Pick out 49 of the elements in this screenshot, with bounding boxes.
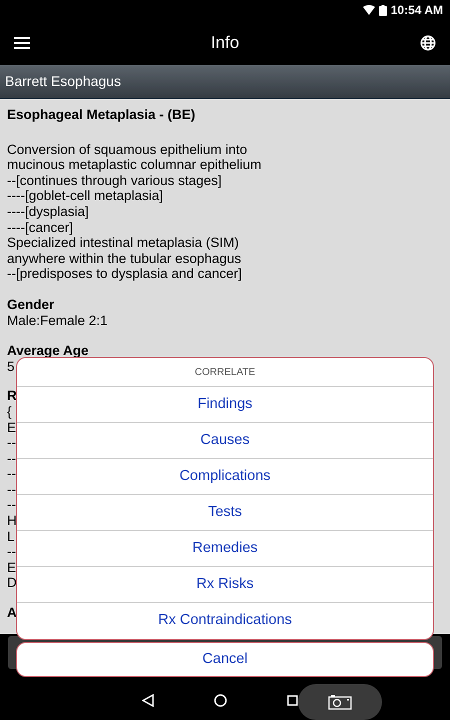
- article-heading: Esophageal Metaplasia - (BE): [7, 107, 196, 123]
- article-line: D: [7, 575, 17, 592]
- correlate-option[interactable]: Rx Risks: [17, 567, 433, 603]
- section-title: Average Age: [7, 343, 89, 359]
- article-line: --[predisposes to dysplasia and cancer]: [7, 266, 242, 282]
- screenshot-button[interactable]: [298, 684, 382, 720]
- battery-icon: [378, 4, 387, 16]
- article-line: E: [7, 420, 16, 436]
- article-line: --[continues through various stages]: [7, 172, 222, 188]
- article-line: ----[cancer]: [7, 220, 74, 236]
- section-line: 5: [7, 358, 15, 374]
- article-line: E: [7, 560, 16, 576]
- home-icon[interactable]: [214, 694, 227, 706]
- cancel-button[interactable]: Cancel: [16, 642, 434, 677]
- app-title: Info: [210, 32, 240, 54]
- correlate-option[interactable]: Rx Contraindications: [17, 603, 433, 639]
- article-line: R: [7, 388, 17, 404]
- section-title: Gender: [7, 296, 54, 313]
- status-time: 10:54 AM: [390, 2, 443, 19]
- article-line: --: [7, 482, 16, 498]
- article-line: A: [7, 605, 17, 621]
- article-line: --: [7, 435, 16, 451]
- correlate-option[interactable]: Causes: [17, 423, 433, 459]
- wifi-icon: [362, 5, 375, 15]
- article-line: --: [7, 497, 16, 514]
- back-icon[interactable]: [142, 694, 154, 706]
- article-line: --: [7, 450, 16, 466]
- recents-icon[interactable]: [287, 694, 298, 706]
- article-line: anywhere within the tubular esophagus: [7, 250, 242, 266]
- article-line: ----[dysplasia]: [7, 204, 89, 220]
- menu-icon[interactable]: [14, 36, 30, 48]
- article-line: H: [7, 513, 17, 529]
- article-line: {: [7, 404, 12, 420]
- correlate-option[interactable]: Tests: [17, 495, 433, 531]
- article-line: --: [7, 544, 16, 560]
- section-line: Male:Female 2:1: [7, 312, 108, 328]
- camera-icon: [328, 694, 352, 710]
- subtitle-text: Barrett Esophagus: [5, 72, 121, 91]
- article-line: mucinous metaplastic columnar epithelium: [7, 157, 262, 173]
- correlate-option[interactable]: Findings: [17, 387, 433, 423]
- article-line: --: [7, 466, 16, 482]
- article-line: ----[goblet-cell metaplasia]: [7, 188, 164, 204]
- correlate-option[interactable]: Remedies: [17, 531, 433, 567]
- correlate-option[interactable]: Complications: [17, 459, 433, 495]
- article-line: Specialized intestinal metaplasia (SIM): [7, 235, 239, 251]
- globe-icon[interactable]: [420, 34, 436, 50]
- article-line: Conversion of squamous epithelium into: [7, 142, 248, 158]
- article-line: L: [7, 528, 15, 544]
- dialog-title: CORRELATE: [17, 358, 433, 387]
